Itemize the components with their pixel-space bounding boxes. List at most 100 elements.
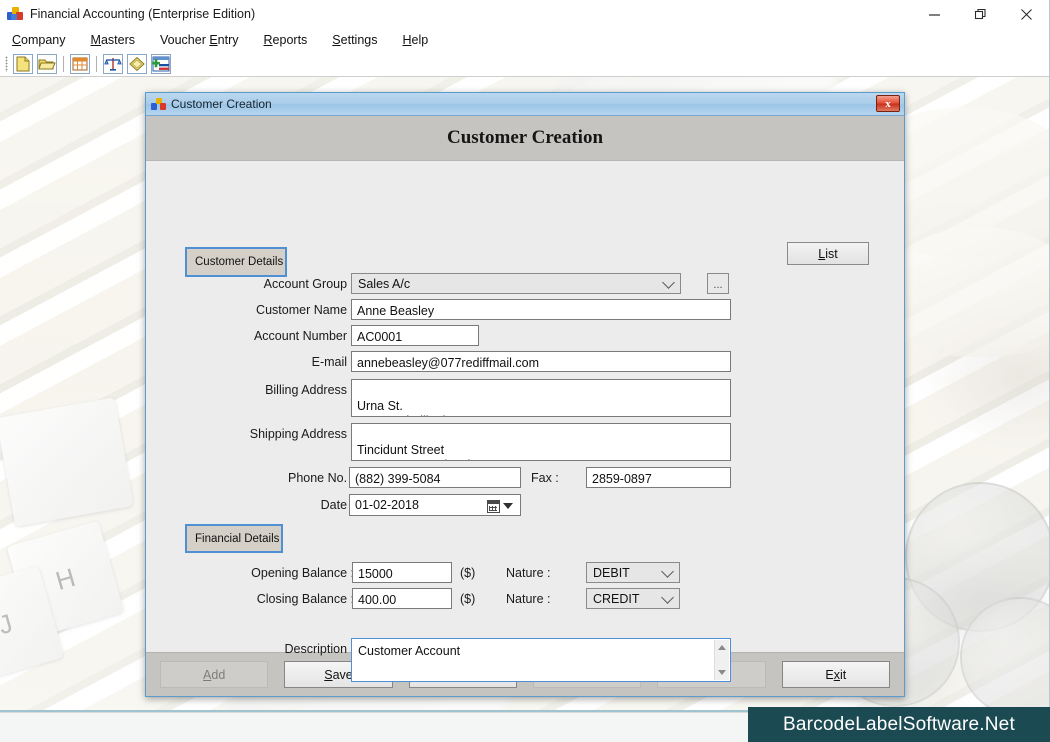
calendar-grid-icon[interactable] <box>70 53 90 74</box>
billing-address-value: Urna St. Savannah Illinois. <box>357 399 455 416</box>
phone-value: (882) 399-5084 <box>355 471 441 486</box>
chevron-down-icon[interactable] <box>503 503 513 509</box>
fax-label: Fax : <box>531 471 559 485</box>
shipping-address-label: Shipping Address : <box>249 427 354 441</box>
phone-label: Phone No. : <box>287 471 354 485</box>
minimize-icon[interactable] <box>911 0 957 29</box>
screen: Financial Accounting (Enterprise Edition… <box>0 0 1050 742</box>
toolbar <box>0 51 1049 77</box>
account-group-browse-label: ... <box>713 279 723 291</box>
tag-diamond-icon[interactable] <box>127 53 147 74</box>
menu-label-help: elp <box>411 33 429 47</box>
calendar-icon <box>487 500 500 513</box>
email-label: E-mail : <box>311 355 354 369</box>
menu-label-voucher-entry: ntry <box>217 33 239 47</box>
account-number-input[interactable]: AC0001 <box>351 325 479 346</box>
exit-button[interactable]: Exit <box>781 661 890 688</box>
opening-balance-input[interactable]: 15000 <box>352 562 452 583</box>
window-controls <box>911 0 1049 29</box>
closing-nature-label: Nature : <box>506 592 551 606</box>
menu-label-masters: asters <box>100 33 135 47</box>
watermark-banner: BarcodeLabelSoftware.Net <box>748 707 1050 742</box>
menu-item-settings[interactable]: Settings <box>330 31 389 49</box>
tab-customer-details[interactable]: Customer Details <box>185 247 287 277</box>
dialog-logo-icon <box>151 97 166 112</box>
toolbar-separator <box>96 55 97 72</box>
open-folder-icon[interactable] <box>37 53 57 74</box>
account-group-value: Sales A/c <box>358 276 411 291</box>
close-icon[interactable] <box>1003 0 1049 29</box>
description-textarea[interactable]: Customer Account <box>351 638 731 682</box>
description-scrollbar[interactable] <box>714 640 729 680</box>
dialog-header: Customer Creation <box>146 116 904 161</box>
account-number-value: AC0001 <box>357 329 403 344</box>
save-button-label: Save <box>324 667 353 682</box>
shipping-address-value: Tincidunt Street Atwater Pennsylvania. <box>357 443 481 460</box>
menu-label-settings: ettings <box>340 33 378 47</box>
description-value: Customer Account <box>358 644 461 658</box>
dialog-titlebar: Customer Creation x <box>146 93 904 116</box>
menu-label-reports: eports <box>272 33 308 47</box>
fax-value: 2859-0897 <box>592 471 652 486</box>
add-button-label: Add <box>203 667 226 682</box>
menu-item-help[interactable]: Help <box>400 31 440 49</box>
app-logo-icon <box>6 5 24 23</box>
date-value: 01-02-2018 <box>355 498 419 512</box>
opening-nature-label: Nature : <box>506 566 551 580</box>
closing-nature-value: CREDIT <box>593 591 640 606</box>
dialog-body: Customer Details List Account Group : Sa… <box>146 161 904 682</box>
opening-nature-select[interactable]: DEBIT <box>586 562 680 583</box>
menu-item-masters[interactable]: Masters <box>89 31 147 49</box>
menubar: Company Masters Voucher Entry Reports Se… <box>0 29 1049 51</box>
main-application-window: Financial Accounting (Enterprise Edition… <box>0 0 1050 713</box>
toolbar-grip[interactable] <box>5 55 8 72</box>
account-number-label: Account Number : <box>253 329 354 343</box>
dialog-close-icon[interactable]: x <box>876 95 900 112</box>
tab-financial-details-label: Financial Details <box>195 532 280 545</box>
opening-nature-value: DEBIT <box>593 565 630 580</box>
scroll-up-icon[interactable] <box>718 645 726 650</box>
closing-nature-select[interactable]: CREDIT <box>586 588 680 609</box>
billing-address-input[interactable]: Urna St. Savannah Illinois. <box>351 379 731 417</box>
restore-icon[interactable] <box>957 0 1003 29</box>
customer-name-value: Anne Beasley <box>357 303 435 318</box>
account-group-browse-button[interactable]: ... <box>707 273 729 294</box>
account-group-label: Account Group : <box>263 277 354 291</box>
list-button[interactable]: List <box>787 242 869 265</box>
chevron-down-icon <box>661 590 674 604</box>
customer-creation-dialog: Customer Creation x Customer Creation Cu… <box>145 92 905 697</box>
date-label: Date : <box>320 498 354 512</box>
exit-button-label: Exit <box>825 667 847 682</box>
add-table-row-icon[interactable] <box>151 53 171 74</box>
tab-customer-details-label: Customer Details <box>195 256 284 268</box>
date-input[interactable]: 01-02-2018 <box>349 494 521 516</box>
add-button[interactable]: Add <box>160 661 269 688</box>
dialog-title: Customer Creation <box>171 97 272 111</box>
closing-balance-label: Closing Balance : <box>256 592 354 606</box>
menu-item-voucher-entry[interactable]: Voucher Entry <box>158 31 251 49</box>
chevron-down-icon <box>661 564 674 578</box>
tab-financial-details[interactable]: Financial Details <box>185 524 283 553</box>
closing-balance-input[interactable]: 400.00 <box>352 588 452 609</box>
email-input[interactable]: annebeasley@077rediffmail.com <box>351 351 731 372</box>
chevron-down-icon <box>662 275 675 289</box>
opening-balance-label: Opening Balance : <box>251 566 354 580</box>
opening-balance-value: 15000 <box>358 566 393 581</box>
menu-item-reports[interactable]: Reports <box>262 31 320 49</box>
new-document-icon[interactable] <box>13 53 33 74</box>
customer-name-input[interactable]: Anne Beasley <box>351 299 731 320</box>
balance-scale-icon[interactable] <box>103 53 123 74</box>
description-label: Description : <box>284 642 354 656</box>
list-button-label: List <box>818 246 838 261</box>
toolbar-separator <box>63 55 64 72</box>
menu-label-company: ompany <box>21 33 66 47</box>
fax-input[interactable]: 2859-0897 <box>586 467 731 488</box>
email-value: annebeasley@077rediffmail.com <box>357 355 540 370</box>
billing-address-label: Billing Address : <box>265 383 354 397</box>
menu-item-company[interactable]: Company <box>10 31 78 49</box>
shipping-address-input[interactable]: Tincidunt Street Atwater Pennsylvania. <box>351 423 731 461</box>
page-title: Customer Creation <box>446 127 604 148</box>
scroll-down-icon[interactable] <box>718 670 726 675</box>
account-group-select[interactable]: Sales A/c <box>351 273 681 294</box>
phone-input[interactable]: (882) 399-5084 <box>349 467 521 488</box>
